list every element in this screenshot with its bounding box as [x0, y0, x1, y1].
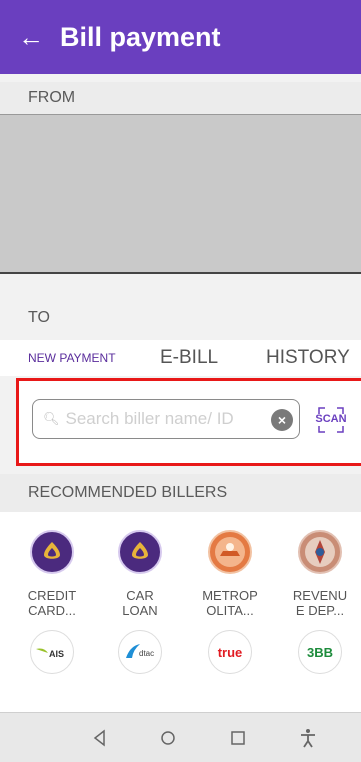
- recommended-billers-label: RECOMMENDED BILLERS: [0, 474, 361, 512]
- accessibility-icon[interactable]: [296, 727, 320, 749]
- svg-text:true: true: [218, 645, 243, 660]
- scan-label: SCAN: [315, 413, 347, 425]
- biller-true[interactable]: true: [190, 630, 270, 674]
- app-bar: ← Bill payment: [0, 0, 361, 74]
- home-circle-icon[interactable]: [156, 727, 180, 749]
- revenue-department-seal-icon: [298, 530, 342, 574]
- scb-logo-icon: [30, 530, 74, 574]
- biller-name: CREDIT CARD...: [27, 588, 77, 618]
- from-account-card[interactable]: [0, 114, 361, 274]
- tab-e-bill[interactable]: E-BILL: [160, 340, 218, 376]
- biller-name: METROP OLITA...: [202, 588, 258, 618]
- scan-button[interactable]: SCAN: [315, 404, 347, 436]
- search-icon: 🔍︎: [43, 411, 60, 426]
- scb-logo-icon: [118, 530, 162, 574]
- svg-text:AIS: AIS: [49, 649, 64, 659]
- recents-square-icon[interactable]: [226, 727, 250, 749]
- from-section-label: FROM: [0, 82, 361, 114]
- biller-name: REVENU E DEP...: [292, 588, 348, 618]
- tab-new-payment[interactable]: NEW PAYMENT: [28, 340, 116, 376]
- tab-history[interactable]: HISTORY: [266, 340, 350, 376]
- ais-logo-icon: AIS: [30, 630, 74, 674]
- 3bb-logo-icon: 3BB: [298, 630, 342, 674]
- billers-grid: CREDIT CARD... CAR LOAN METROP OLITA... …: [0, 512, 361, 712]
- biller-name: CAR LOAN: [122, 588, 158, 618]
- android-nav-bar: [0, 712, 361, 762]
- payment-tabs: NEW PAYMENT E-BILL HISTORY: [0, 340, 361, 376]
- svg-text:3BB: 3BB: [307, 645, 333, 660]
- true-logo-icon: true: [208, 630, 252, 674]
- phone-screen: ← Bill payment FROM TO NEW PAYMENT E-BIL…: [0, 0, 361, 762]
- search-highlight-box: 🔍︎ × SCAN: [16, 378, 361, 466]
- biller-car-loan[interactable]: CAR LOAN: [100, 530, 180, 618]
- to-section-label: TO: [0, 300, 361, 336]
- biller-credit-card[interactable]: CREDIT CARD...: [12, 530, 92, 618]
- back-triangle-icon[interactable]: [88, 727, 112, 749]
- page-title: Bill payment: [60, 21, 221, 52]
- biller-revenue-department[interactable]: REVENU E DEP...: [280, 530, 360, 618]
- biller-metropolitan[interactable]: METROP OLITA...: [190, 530, 270, 618]
- clear-icon[interactable]: ×: [271, 409, 293, 431]
- back-arrow-icon[interactable]: ←: [18, 24, 54, 50]
- metropolitan-seal-icon: [208, 530, 252, 574]
- biller-dtac[interactable]: dtac: [100, 630, 180, 674]
- search-field[interactable]: 🔍︎ ×: [32, 399, 300, 439]
- dtac-logo-icon: dtac: [118, 630, 162, 674]
- svg-text:dtac: dtac: [139, 649, 154, 658]
- biller-3bb[interactable]: 3BB: [280, 630, 360, 674]
- biller-ais[interactable]: AIS: [12, 630, 92, 674]
- search-input[interactable]: [65, 409, 266, 429]
